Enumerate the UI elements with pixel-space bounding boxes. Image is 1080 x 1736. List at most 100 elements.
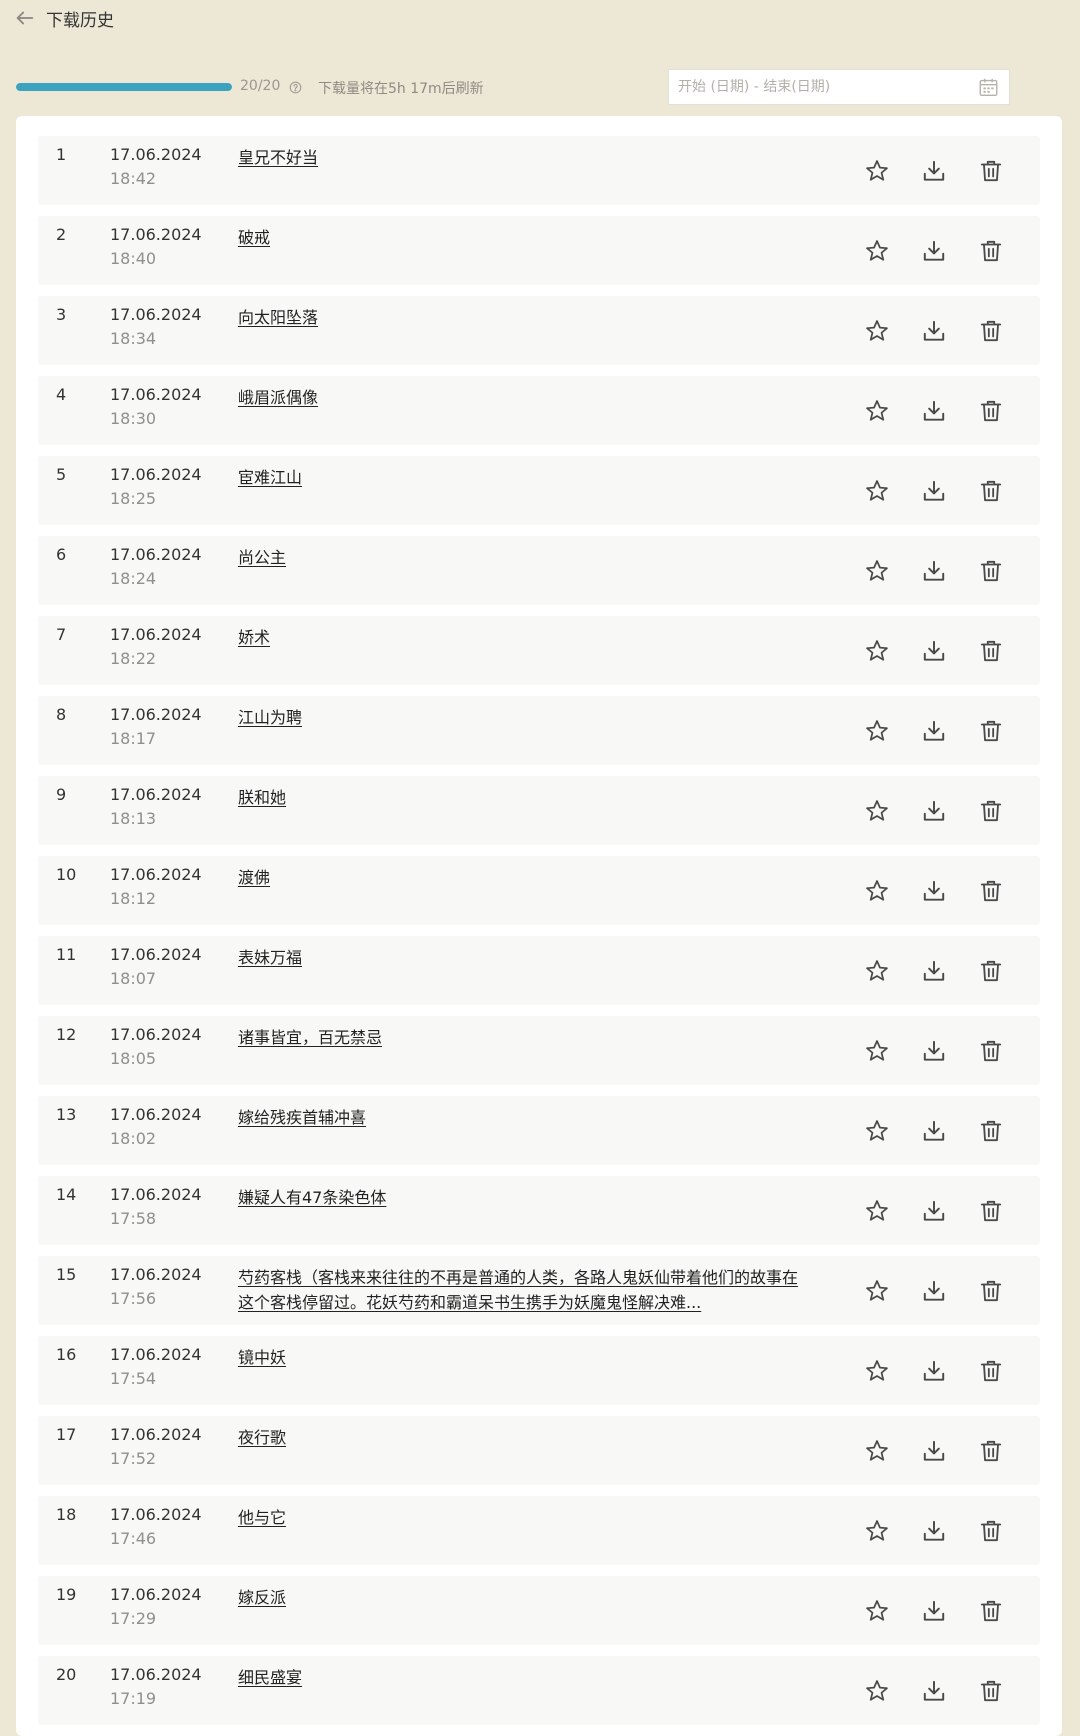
star-icon[interactable] [864,1518,890,1544]
download-icon[interactable] [921,398,947,424]
download-row: 2 17.06.2024 18:40 破戒 [38,216,1040,285]
star-icon[interactable] [864,478,890,504]
trash-icon[interactable] [978,798,1004,824]
trash-icon[interactable] [978,1598,1004,1624]
row-index: 20 [56,1665,77,1684]
row-time: 18:34 [110,329,157,348]
star-icon[interactable] [864,1438,890,1464]
star-icon[interactable] [864,1038,890,1064]
trash-icon[interactable] [978,1278,1004,1304]
book-title-link[interactable]: 向太阳坠落 [238,305,798,330]
book-title-link[interactable]: 朕和她 [238,785,798,810]
book-title-link[interactable]: 尚公主 [238,545,798,570]
trash-icon[interactable] [978,1678,1004,1704]
book-title-link[interactable]: 嫁反派 [238,1585,798,1610]
download-icon[interactable] [921,478,947,504]
book-title-link[interactable]: 嫁给残疾首辅冲喜 [238,1105,798,1130]
download-icon[interactable] [921,1038,947,1064]
download-icon[interactable] [921,638,947,664]
trash-icon[interactable] [978,638,1004,664]
star-icon[interactable] [864,398,890,424]
trash-icon[interactable] [978,1518,1004,1544]
download-icon[interactable] [921,1678,947,1704]
star-icon[interactable] [864,1678,890,1704]
arrow-left-icon[interactable] [14,7,36,29]
trash-icon[interactable] [978,158,1004,184]
star-icon[interactable] [864,558,890,584]
book-title-link[interactable]: 诸事皆宜，百无禁忌 [238,1025,798,1050]
row-time: 18:25 [110,489,157,508]
download-icon[interactable] [921,558,947,584]
row-time: 18:22 [110,649,157,668]
book-title-link[interactable]: 他与它 [238,1505,798,1530]
star-icon[interactable] [864,158,890,184]
book-title-link[interactable]: 嫌疑人有47条染色体 [238,1185,798,1210]
star-icon[interactable] [864,638,890,664]
book-title-link[interactable]: 江山为聘 [238,705,798,730]
download-icon[interactable] [921,1118,947,1144]
star-icon[interactable] [864,718,890,744]
trash-icon[interactable] [978,878,1004,904]
book-title-link[interactable]: 芍药客栈（客栈来来往往的不再是普通的人类，各路人鬼妖仙带着他们的故事在这个客栈停… [238,1265,798,1315]
download-icon[interactable] [921,718,947,744]
download-icon[interactable] [921,1198,947,1224]
date-range-input[interactable] [669,70,987,104]
trash-icon[interactable] [978,1358,1004,1384]
trash-icon[interactable] [978,238,1004,264]
book-title-link[interactable]: 峨眉派偶像 [238,385,798,410]
trash-icon[interactable] [978,1198,1004,1224]
date-range-picker[interactable] [668,69,1010,105]
book-title-link[interactable]: 镜中妖 [238,1345,798,1370]
download-icon[interactable] [921,958,947,984]
row-time: 17:46 [110,1529,157,1548]
row-time: 18:40 [110,249,157,268]
download-icon[interactable] [921,878,947,904]
trash-icon[interactable] [978,1118,1004,1144]
calendar-icon[interactable] [977,76,1000,98]
trash-icon[interactable] [978,958,1004,984]
download-icon[interactable] [921,1518,947,1544]
star-icon[interactable] [864,1278,890,1304]
star-icon[interactable] [864,958,890,984]
star-icon[interactable] [864,238,890,264]
download-icon[interactable] [921,158,947,184]
trash-icon[interactable] [978,718,1004,744]
row-date: 17.06.2024 [110,1585,202,1604]
row-index: 17 [56,1425,77,1444]
book-title-link[interactable]: 娇术 [238,625,798,650]
trash-icon[interactable] [978,398,1004,424]
trash-icon[interactable] [978,1038,1004,1064]
book-title-link[interactable]: 细民盛宴 [238,1665,798,1690]
star-icon[interactable] [864,318,890,344]
book-title-link[interactable]: 皇兄不好当 [238,145,798,170]
row-time: 17:19 [110,1689,157,1708]
book-title-link[interactable]: 渡佛 [238,865,798,890]
help-circle-icon[interactable] [289,79,302,94]
book-title-link[interactable]: 宦难江山 [238,465,798,490]
download-icon[interactable] [921,1278,947,1304]
trash-icon[interactable] [978,478,1004,504]
star-icon[interactable] [864,1198,890,1224]
download-icon[interactable] [921,798,947,824]
star-icon[interactable] [864,1118,890,1144]
book-title-link[interactable]: 破戒 [238,225,798,250]
trash-icon[interactable] [978,318,1004,344]
book-title-link[interactable]: 夜行歌 [238,1425,798,1450]
star-icon[interactable] [864,1358,890,1384]
download-icon[interactable] [921,1358,947,1384]
star-icon[interactable] [864,878,890,904]
row-date: 17.06.2024 [110,785,202,804]
trash-icon[interactable] [978,1438,1004,1464]
trash-icon[interactable] [978,558,1004,584]
star-icon[interactable] [864,798,890,824]
row-date: 17.06.2024 [110,1265,202,1284]
download-icon[interactable] [921,1438,947,1464]
download-icon[interactable] [921,1598,947,1624]
download-icon[interactable] [921,318,947,344]
star-icon[interactable] [864,1598,890,1624]
row-time: 17:56 [110,1289,157,1308]
download-icon[interactable] [921,238,947,264]
download-row: 4 17.06.2024 18:30 峨眉派偶像 [38,376,1040,445]
download-row: 19 17.06.2024 17:29 嫁反派 [38,1576,1040,1645]
book-title-link[interactable]: 表妹万福 [238,945,798,970]
